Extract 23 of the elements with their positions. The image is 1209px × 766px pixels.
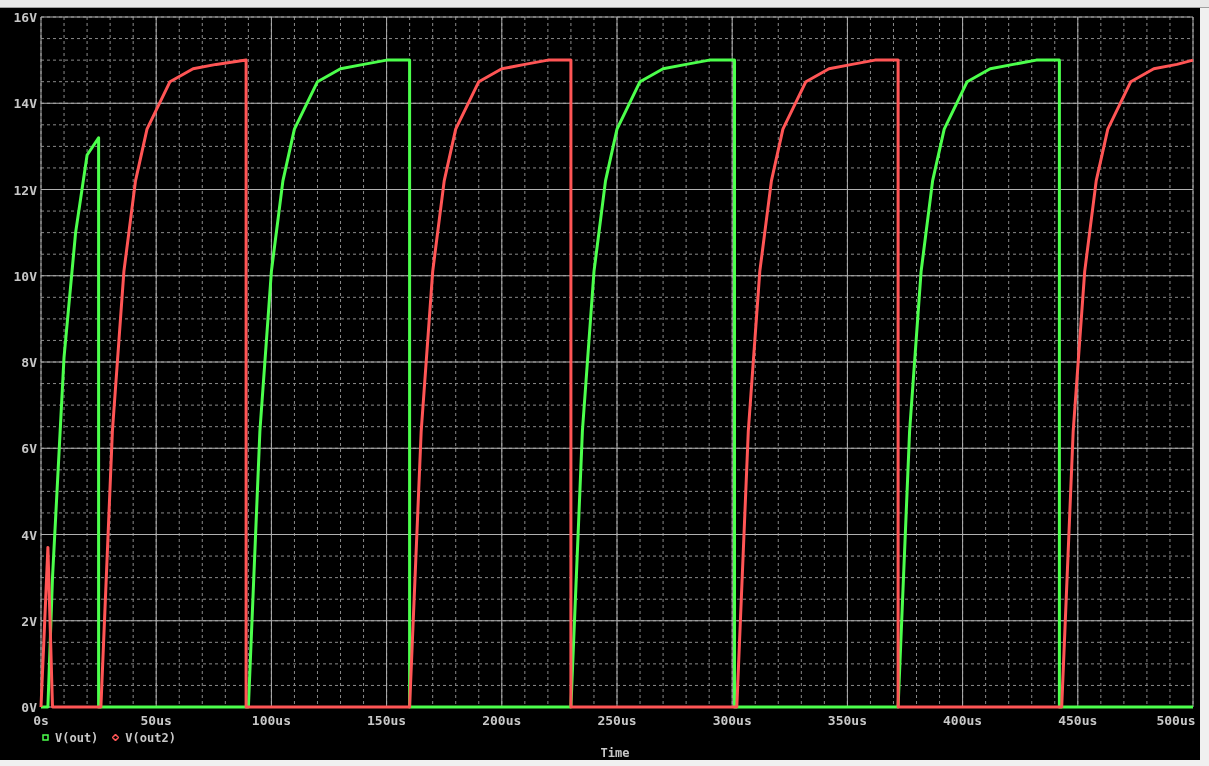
- x-axis-label: 300us: [712, 713, 752, 728]
- y-axis-label: 4V: [21, 527, 37, 543]
- x-axis-label: 50us: [140, 713, 172, 728]
- legend-label: V(out): [55, 731, 99, 744]
- x-axis-label: 200us: [482, 713, 522, 728]
- y-axis-label: 8V: [21, 355, 37, 370]
- x-axis-label: 150us: [367, 713, 407, 728]
- legend-label: V(out2): [125, 731, 176, 744]
- x-axis-label: 500us: [1156, 713, 1196, 728]
- y-axis-label: 0V: [21, 700, 37, 715]
- x-axis-label: 250us: [597, 713, 637, 728]
- y-axis-label: 2V: [21, 613, 37, 629]
- x-axis-label: 350us: [827, 713, 867, 728]
- y-axis-label: 14V: [13, 96, 37, 112]
- y-axis-label: 16V: [13, 10, 37, 25]
- x-axis-label: 0s: [33, 713, 49, 728]
- y-axis-label: 10V: [13, 268, 37, 284]
- x-axis-label: 100us: [251, 713, 291, 728]
- x-axis-label: 400us: [943, 713, 983, 728]
- y-axis-label: 12V: [13, 182, 37, 198]
- y-axis-label: 6V: [21, 441, 37, 457]
- x-axis-label: 450us: [1058, 713, 1098, 728]
- x-axis-title: Time: [600, 746, 630, 759]
